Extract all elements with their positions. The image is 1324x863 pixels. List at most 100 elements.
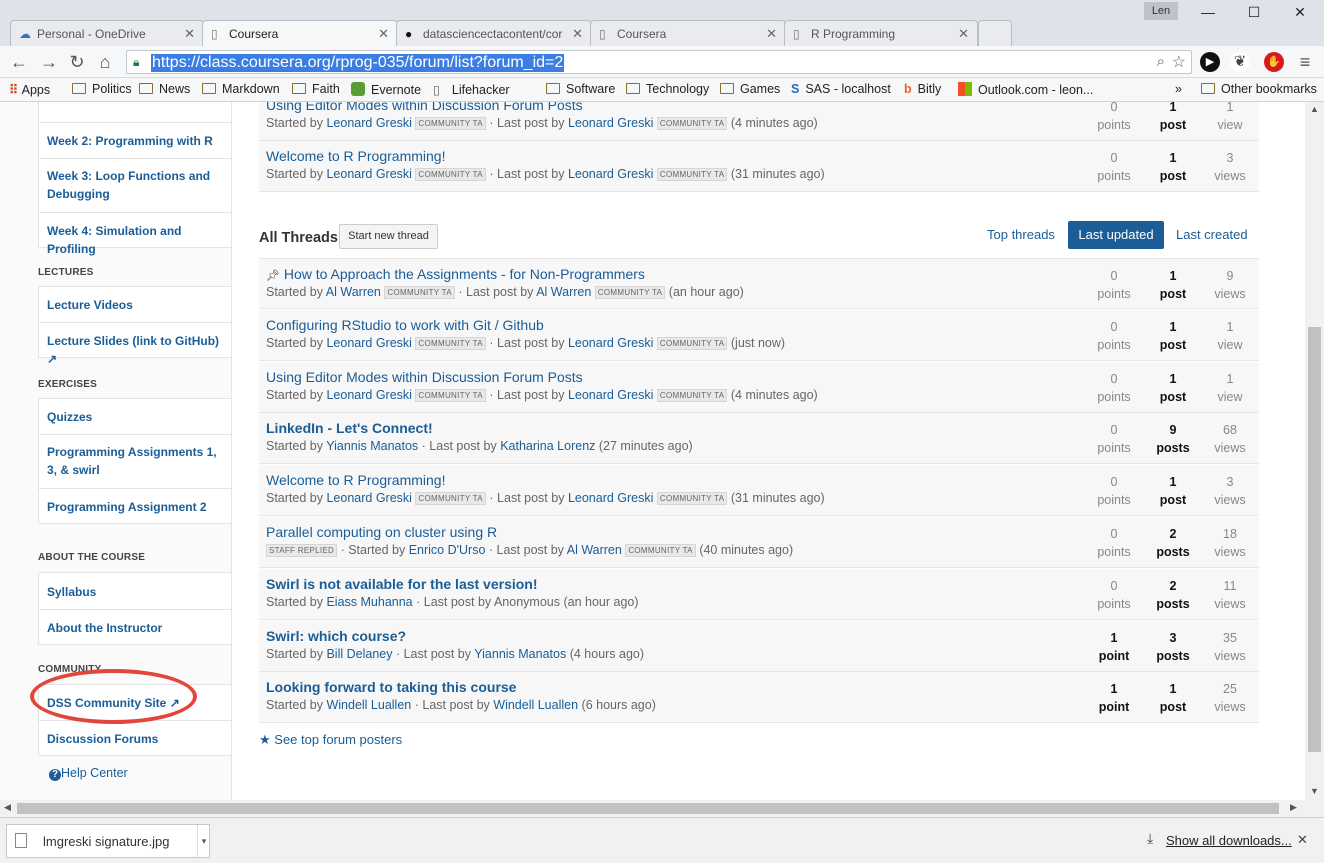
close-window-icon[interactable]: ✕ [1280, 4, 1320, 21]
maximize-icon[interactable]: ☐ [1234, 4, 1274, 21]
scroll-left-arrow[interactable]: ◀ [4, 802, 11, 813]
starter-link[interactable]: Leonard Greski [326, 491, 411, 505]
user-badge[interactable]: Len [1144, 2, 1178, 20]
thread-title[interactable]: Swirl: which course? [266, 628, 406, 644]
bookmark-software[interactable]: Software [546, 82, 615, 96]
tab-r-programming[interactable]: ▯ R Programming ✕ [784, 20, 978, 46]
starter-link[interactable]: Leonard Greski [326, 167, 411, 181]
last-poster-link[interactable]: Yiannis Manatos [474, 647, 566, 661]
tab-onedrive[interactable]: ☁ Personal - OneDrive ✕ [10, 20, 204, 46]
sidebar-item-prog-assign-2[interactable]: Programming Assignment 2 [38, 488, 231, 524]
last-poster-link[interactable]: Al Warren [536, 285, 591, 299]
last-poster-link[interactable]: Leonard Greski [568, 388, 653, 402]
bookmark-apps[interactable]: ⠿ Apps [9, 82, 50, 97]
sidebar-item-week2[interactable]: Week 2: Programming with R [38, 122, 231, 158]
close-icon[interactable]: ✕ [378, 26, 389, 42]
show-all-downloads-link[interactable]: Show all downloads... [1166, 833, 1292, 848]
close-icon[interactable]: ✕ [184, 26, 195, 42]
sidebar-item-lecture-slides[interactable]: Lecture Slides (link to GitHub) ↗ [38, 322, 231, 366]
scroll-right-arrow[interactable]: ▶ [1290, 802, 1297, 813]
bookmark-technology[interactable]: Technology [626, 82, 709, 96]
thread-row[interactable]: Swirl: which course? Started by Bill Dela… [259, 620, 1259, 672]
scroll-up-arrow[interactable]: ▲ [1310, 104, 1319, 114]
evernote-extension-icon[interactable]: ❦ [1230, 52, 1250, 72]
sidebar-item-lecture-videos[interactable]: Lecture Videos [38, 286, 231, 322]
thread-title[interactable]: Welcome to R Programming! [266, 148, 445, 164]
scroll-down-arrow[interactable]: ▼ [1310, 786, 1319, 796]
pinned-thread-row[interactable]: Welcome to R Programming! Started by Leo… [259, 141, 1259, 192]
tab-coursera[interactable]: ▯ Coursera ✕ [590, 20, 786, 46]
bookmark-evernote[interactable]: Evernote [351, 82, 421, 97]
minimize-icon[interactable]: — [1188, 4, 1228, 20]
vertical-scrollbar[interactable]: ▲ ▼ [1305, 102, 1324, 800]
starter-link[interactable]: Leonard Greski [326, 336, 411, 350]
thread-row[interactable]: LinkedIn - Let's Connect! Started by Yian… [259, 413, 1259, 465]
search-icon[interactable]: ⌕ [1157, 53, 1165, 70]
bookmark-star-icon[interactable]: ☆ [1172, 52, 1186, 72]
sidebar-item-about-instructor[interactable]: About the Instructor [38, 609, 231, 645]
sort-top-threads[interactable]: Top threads [987, 227, 1055, 242]
download-item[interactable]: lmgreski signature.jpg ▾ [6, 824, 210, 858]
back-icon[interactable]: ← [8, 51, 30, 73]
sidebar-item-week3[interactable]: Week 3: Loop Functions and Debugging [38, 158, 231, 212]
thread-title[interactable]: 📌︎ How to Approach the Assignments - for… [266, 266, 645, 282]
thread-row[interactable]: Looking forward to taking this course Sta… [259, 672, 1259, 724]
starter-link[interactable]: Leonard Greski [326, 116, 411, 130]
bookmark-news[interactable]: News [139, 82, 190, 96]
last-poster-link[interactable]: Leonard Greski [568, 116, 653, 130]
last-poster-link[interactable]: Windell Luallen [493, 698, 578, 712]
thread-title[interactable]: Using Editor Modes within Discussion For… [266, 369, 583, 385]
last-poster-link[interactable]: Leonard Greski [568, 167, 653, 181]
starter-link[interactable]: Yiannis Manatos [326, 439, 418, 453]
sidebar-item-cut[interactable] [38, 102, 231, 122]
forward-icon[interactable]: → [38, 51, 60, 73]
see-top-posters-link[interactable]: ★ See top forum posters [259, 732, 402, 748]
url-text[interactable]: https://class.coursera.org/rprog-035/for… [151, 54, 565, 72]
thread-title[interactable]: Welcome to R Programming! [266, 472, 445, 488]
pinned-thread-row[interactable]: Using Editor Modes within Discussion For… [259, 102, 1259, 141]
bookmark-sas[interactable]: S SAS - localhost [791, 82, 891, 96]
home-icon[interactable]: ⌂ [94, 51, 116, 73]
tab-coursera-active[interactable]: ▯ Coursera ✕ [202, 20, 398, 47]
thread-title[interactable]: Swirl is not available for the last vers… [266, 576, 538, 592]
thread-row[interactable]: Using Editor Modes within Discussion For… [259, 361, 1259, 413]
sidebar-item-quizzes[interactable]: Quizzes [38, 398, 231, 434]
bookmarks-overflow[interactable]: » [1175, 82, 1182, 96]
thread-title[interactable]: Parallel computing on cluster using R [266, 524, 497, 540]
bookmark-outlook[interactable]: Outlook.com - leon... [958, 82, 1093, 97]
thread-title[interactable]: Using Editor Modes within Discussion For… [266, 102, 583, 113]
bookmark-bitly[interactable]: b Bitly [904, 82, 941, 96]
starter-link[interactable]: Enrico D'Urso [409, 543, 486, 557]
reload-icon[interactable]: ↻ [66, 51, 88, 73]
last-poster-link[interactable]: Al Warren [567, 543, 622, 557]
new-tab-button[interactable] [978, 20, 1012, 46]
adblock-extension-icon[interactable]: ✋ [1264, 52, 1284, 72]
close-icon[interactable]: ✕ [572, 26, 583, 42]
close-icon[interactable]: ✕ [766, 26, 777, 42]
tab-github[interactable]: ● datasciencectacontent/cor ✕ [396, 20, 592, 46]
starter-link[interactable]: Eiass Muhanna [326, 595, 412, 609]
sidebar-item-prog-assign-1-3[interactable]: Programming Assignments 1, 3, & swirl [38, 434, 231, 488]
last-poster-link[interactable]: Katharina Lorenz [500, 439, 595, 453]
thread-row[interactable]: Welcome to R Programming! Started by Leon… [259, 465, 1259, 517]
thread-row[interactable]: Configuring RStudio to work with Git / G… [259, 309, 1259, 361]
bookmark-politics[interactable]: Politics [72, 82, 132, 96]
play-extension-icon[interactable]: ▶ [1200, 52, 1220, 72]
horizontal-scrollbar[interactable]: ◀ ▶ [0, 800, 1324, 817]
thread-title[interactable]: Looking forward to taking this course [266, 679, 516, 695]
sort-last-updated[interactable]: Last updated [1068, 221, 1164, 249]
start-new-thread-button[interactable]: Start new thread [339, 224, 438, 249]
last-poster-link[interactable]: Leonard Greski [568, 336, 653, 350]
starter-link[interactable]: Windell Luallen [326, 698, 411, 712]
thread-title[interactable]: Configuring RStudio to work with Git / G… [266, 317, 544, 333]
scrollbar-thumb[interactable] [1308, 327, 1321, 752]
thread-row[interactable]: Parallel computing on cluster using R STA… [259, 517, 1259, 568]
scrollbar-thumb[interactable] [17, 803, 1279, 814]
starter-link[interactable]: Al Warren [326, 285, 381, 299]
download-menu-icon[interactable]: ▾ [197, 825, 210, 857]
close-icon[interactable]: ✕ [958, 26, 969, 42]
thread-title[interactable]: LinkedIn - Let's Connect! [266, 420, 433, 436]
menu-icon[interactable]: ≡ [1294, 51, 1316, 73]
starter-link[interactable]: Leonard Greski [326, 388, 411, 402]
bookmark-faith[interactable]: Faith [292, 82, 340, 96]
